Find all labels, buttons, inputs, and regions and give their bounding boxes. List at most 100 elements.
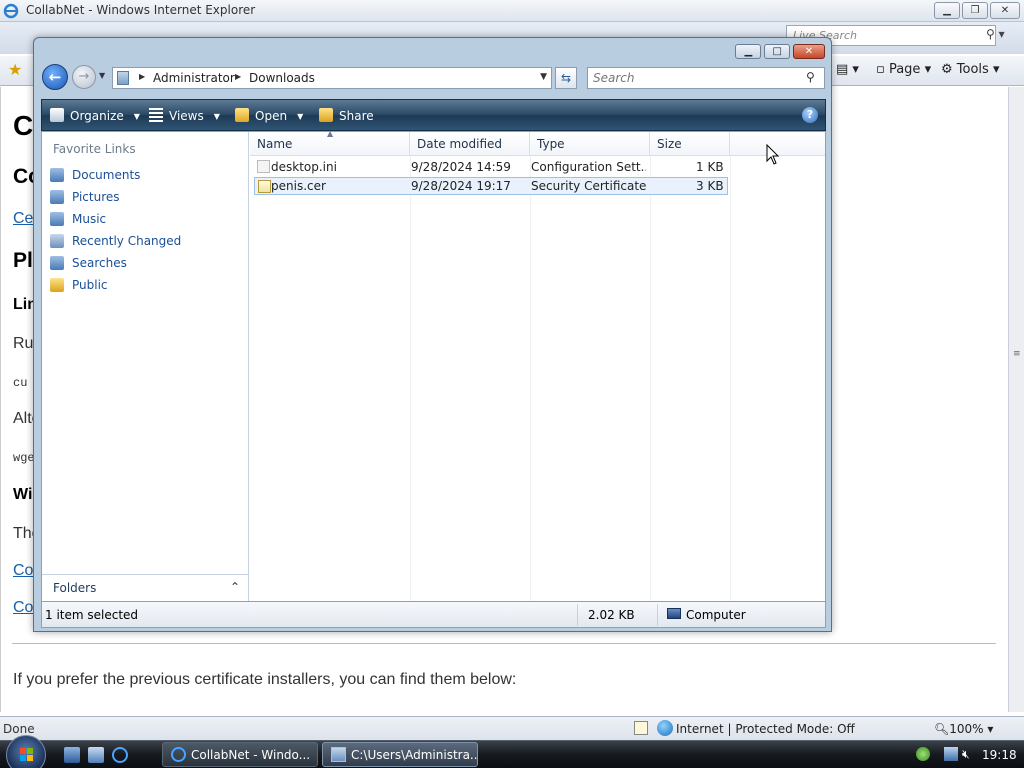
open-dropdown-icon[interactable]: ▼	[297, 112, 303, 121]
switch-windows-icon[interactable]	[88, 747, 104, 763]
forward-button[interactable]: →	[72, 65, 96, 89]
organize-button[interactable]: Organize ▼	[50, 108, 140, 123]
column-divider	[530, 156, 531, 601]
page-code: cu	[13, 376, 28, 390]
file-size: 1 KB	[696, 160, 724, 174]
ie-maximize-button[interactable]: ❐	[962, 2, 988, 19]
folder-icon	[117, 71, 129, 85]
page-heading: C	[13, 110, 34, 141]
share-button[interactable]: Share	[319, 108, 374, 123]
favorite-link-music[interactable]: Music	[50, 210, 240, 228]
column-divider	[410, 156, 411, 601]
page-section-heading: Pl	[13, 249, 33, 272]
clock[interactable]: 19:18	[982, 748, 1017, 762]
show-desktop-icon[interactable]	[64, 747, 80, 763]
address-bar[interactable]: ▶ Administrator ▶ Downloads ▼	[112, 67, 552, 89]
close-button[interactable]: ✕	[793, 44, 825, 59]
security-zone[interactable]: Internet | Protected Mode: Off	[676, 722, 855, 736]
breadcrumb-item-downloads[interactable]: Downloads	[249, 71, 315, 85]
ie-search-icon[interactable]: ⚲ ▾	[986, 27, 1005, 41]
volume-muted-icon[interactable]: 🔇︎	[962, 747, 976, 761]
breadcrumb-separator-icon[interactable]: ▶	[235, 72, 241, 81]
page-link[interactable]: Co	[13, 562, 33, 580]
folders-toggle[interactable]: Folders ⌃	[42, 574, 248, 601]
column-header-name[interactable]: ▲ Name	[250, 129, 410, 156]
open-button[interactable]: Open ▼	[235, 108, 303, 123]
column-header-size[interactable]: Size	[650, 132, 730, 156]
favorite-link-label: Public	[72, 278, 108, 292]
breadcrumb-item-administrator[interactable]: Administrator	[153, 71, 235, 85]
page-menu-button[interactable]: ▫ Page ▾	[876, 62, 931, 77]
favorite-link-label: Searches	[72, 256, 127, 270]
page-link[interactable]: Ce	[13, 210, 33, 228]
file-name: desktop.ini	[271, 160, 337, 174]
favorite-link-pictures[interactable]: Pictures	[50, 188, 240, 206]
ie-window-title: CollabNet - Windows Internet Explorer	[26, 3, 256, 17]
file-row[interactable]: desktop.ini 9/28/2024 14:59 Configuratio…	[254, 158, 728, 176]
recent-pages-chevron-icon[interactable]: ▼	[99, 71, 105, 80]
share-label: Share	[339, 109, 374, 123]
address-dropdown-icon[interactable]: ▼	[540, 72, 547, 82]
security-icon[interactable]	[634, 721, 648, 735]
tools-menu-label: Tools	[956, 62, 989, 77]
column-header-label: Date modified	[417, 137, 503, 151]
tools-menu-button[interactable]: ⚙ Tools ▾	[941, 62, 1000, 77]
page-paragraph: If you prefer the previous certificate i…	[13, 671, 517, 688]
favorite-link-label: Recently Changed	[72, 234, 182, 248]
ie-vertical-scrollbar[interactable]: ≡	[1008, 87, 1024, 712]
chevron-up-icon[interactable]: ⌃	[230, 580, 240, 594]
file-name: penis.cer	[271, 179, 326, 193]
back-button[interactable]: ←	[42, 64, 68, 90]
recently-changed-icon	[50, 234, 64, 248]
favorite-link-public[interactable]: Public	[50, 276, 240, 294]
favorites-star-icon[interactable]: ★	[8, 60, 22, 79]
favorite-link-recently-changed[interactable]: Recently Changed	[50, 232, 240, 250]
zoom-level[interactable]: 🔍︎100% ▾	[934, 722, 993, 736]
ie-minimize-button[interactable]: ▁	[934, 2, 960, 19]
taskbar-item-label: CollabNet - Windo...	[191, 748, 311, 762]
favorite-links-title: Favorite Links	[53, 142, 136, 156]
file-row-selected[interactable]: penis.cer 9/28/2024 19:17 Security Certi…	[254, 177, 728, 195]
column-header-date-modified[interactable]: Date modified	[410, 132, 530, 156]
zoom-value: 100%	[949, 722, 984, 736]
taskbar-item-explorer[interactable]: C:\Users\Administra...	[322, 742, 478, 767]
breadcrumb-separator-icon[interactable]: ▶	[139, 72, 145, 81]
music-icon	[50, 212, 64, 226]
favorite-link-searches[interactable]: Searches	[50, 254, 240, 272]
share-icon	[319, 108, 333, 122]
help-icon[interactable]: ?	[802, 107, 818, 123]
start-button[interactable]	[6, 735, 46, 768]
ie-logo-icon	[3, 3, 19, 19]
file-date: 9/28/2024 19:17	[411, 179, 511, 193]
ie-quicklaunch-icon[interactable]	[112, 747, 128, 763]
config-file-icon	[257, 160, 270, 173]
documents-icon	[50, 168, 64, 182]
column-header-label: Type	[537, 137, 565, 151]
views-button[interactable]: Views ▼	[149, 108, 220, 123]
public-folder-icon	[50, 278, 64, 292]
search-icon[interactable]: ⚲	[806, 70, 815, 84]
windows-logo-icon	[20, 748, 33, 761]
network-icon[interactable]	[944, 747, 958, 761]
page-code: wge	[13, 451, 35, 465]
ie-icon	[171, 747, 186, 762]
print-icon[interactable]: ▤ ▾	[836, 62, 859, 77]
maximize-button[interactable]: □	[764, 44, 791, 59]
column-header-type[interactable]: Type	[530, 132, 650, 156]
explorer-window: ▁ □ ✕ ← → ▼ ▶ Administrator ▶ Downloads …	[33, 37, 832, 632]
security-center-icon[interactable]	[916, 747, 930, 761]
search-input[interactable]: Search	[587, 67, 825, 89]
favorite-link-documents[interactable]: Documents	[50, 166, 240, 184]
views-icon	[149, 108, 163, 122]
status-divider	[577, 604, 578, 626]
page-link[interactable]: Co	[13, 599, 33, 617]
refresh-button[interactable]: ⇆	[555, 67, 577, 89]
ie-close-button[interactable]: ✕	[990, 2, 1020, 19]
pictures-icon	[50, 190, 64, 204]
scroll-grip-icon[interactable]: ≡	[1013, 349, 1021, 359]
address-row: ← → ▼ ▶ Administrator ▶ Downloads ▼ ⇆ Se…	[34, 62, 831, 96]
minimize-button[interactable]: ▁	[735, 44, 762, 59]
favorite-link-label: Music	[72, 212, 107, 226]
taskbar-item-ie[interactable]: CollabNet - Windo...	[162, 742, 318, 767]
explorer-status-bar: 1 item selected 2.02 KB Computer	[41, 602, 826, 628]
